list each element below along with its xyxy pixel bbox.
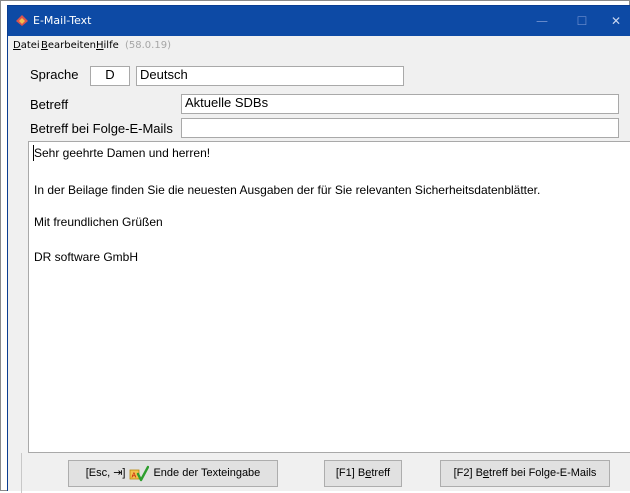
f2-label-prefix: [F2] B bbox=[453, 467, 483, 479]
f2-label-rest: treff bei Folge-E-Mails bbox=[489, 467, 597, 479]
language-code-field[interactable]: D bbox=[90, 66, 130, 86]
window-title: E-Mail-Text bbox=[33, 14, 92, 27]
body-line-signature: DR software GmbH bbox=[34, 250, 139, 264]
end-text-input-button[interactable]: [Esc, ⇥] A Ende der Texteingabe bbox=[68, 460, 278, 487]
followup-subject-label: Betreff bei Folge-E-Mails bbox=[30, 121, 173, 136]
menu-hilfe[interactable]: Hilfe bbox=[96, 36, 119, 56]
language-name-field[interactable]: Deutsch bbox=[136, 66, 404, 86]
followup-subject-field[interactable] bbox=[181, 118, 619, 138]
menu-datei-label: atei bbox=[20, 40, 40, 51]
email-body-textarea[interactable]: Sehr geehrte Damen und herren! In der Be… bbox=[28, 141, 630, 453]
body-line-main: In der Beilage finden Sie die neuesten A… bbox=[34, 183, 541, 197]
betreff-label: Betreff bbox=[30, 97, 69, 112]
menu-bearbeiten[interactable]: Bearbeiten bbox=[41, 36, 96, 56]
body-line-closing: Mit freundlichen Grüßen bbox=[34, 215, 163, 229]
menu-hilfe-accelerator: H bbox=[96, 40, 104, 51]
esc-shortcut-label: [Esc, ⇥] bbox=[85, 467, 126, 479]
menu-datei-accelerator: D bbox=[13, 40, 21, 51]
close-button[interactable]: ✕ bbox=[602, 6, 630, 36]
body-line-greeting: Sehr geehrte Damen und herren! bbox=[34, 146, 211, 160]
confirm-checkmark-icon: A bbox=[130, 465, 150, 481]
menu-bar: Datei Bearbeiten Hilfe (58.0.19) bbox=[8, 36, 630, 56]
maximize-button[interactable]: ☐ bbox=[562, 6, 602, 36]
title-bar[interactable]: E-Mail-Text — ☐ ✕ bbox=[8, 6, 630, 36]
end-text-input-label: Ende der Texteingabe bbox=[153, 467, 261, 479]
sprache-label: Sprache bbox=[30, 67, 79, 82]
f1-label-prefix: [F1] B bbox=[335, 467, 366, 479]
subject-field[interactable]: Aktuelle SDBs bbox=[181, 94, 619, 114]
email-text-window: E-Mail-Text — ☐ ✕ Datei Bearbeiten Hilfe… bbox=[7, 5, 630, 493]
app-icon bbox=[16, 15, 28, 26]
menu-hilfe-label: ilfe bbox=[103, 40, 119, 51]
f1-betreff-button[interactable]: [F1] Betreff bbox=[324, 460, 402, 487]
f1-label-rest: treff bbox=[371, 467, 391, 479]
menu-bearbeiten-label: earbeiten bbox=[47, 40, 96, 51]
menu-bearbeiten-accelerator: B bbox=[41, 40, 48, 51]
f2-followup-betreff-button[interactable]: [F2] Betreff bei Folge-E-Mails bbox=[440, 460, 610, 487]
version-label: (58.0.19) bbox=[125, 40, 171, 51]
minimize-button[interactable]: — bbox=[522, 6, 562, 36]
svg-text:A: A bbox=[132, 471, 137, 479]
bottom-divider bbox=[21, 453, 22, 493]
menu-datei[interactable]: Datei bbox=[13, 36, 40, 56]
